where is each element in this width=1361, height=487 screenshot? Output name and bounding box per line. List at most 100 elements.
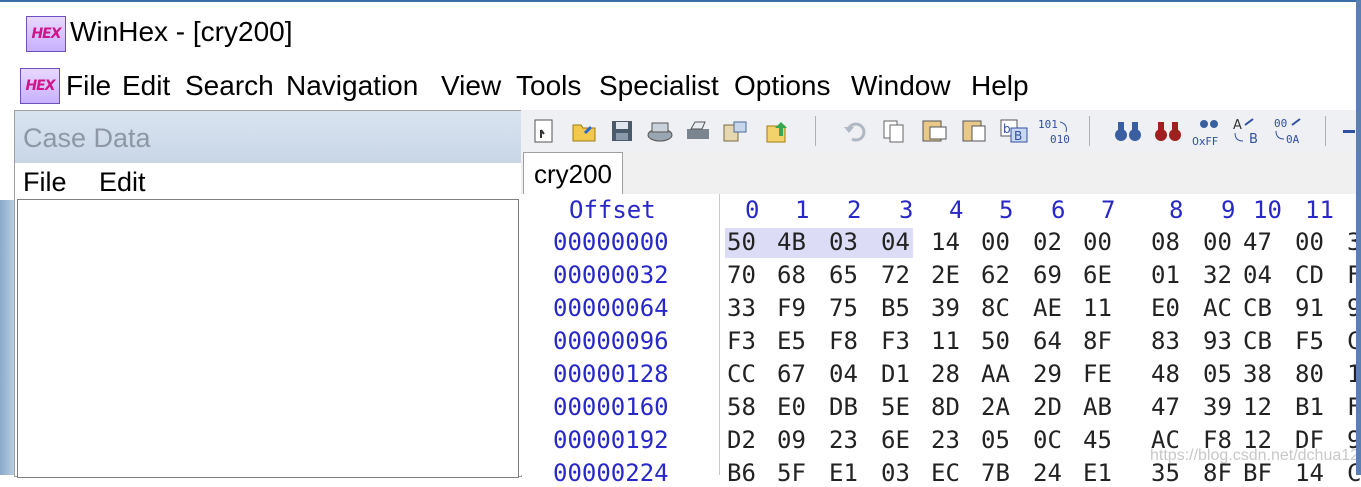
- menu-window[interactable]: Window: [851, 70, 951, 102]
- menu-help[interactable]: Help: [971, 70, 1029, 102]
- hex-byte[interactable]: DB: [829, 393, 858, 421]
- hex-byte[interactable]: 2A: [981, 393, 1010, 421]
- save-icon[interactable]: [605, 114, 639, 148]
- hex-byte[interactable]: E0: [777, 393, 806, 421]
- convert-icon[interactable]: 101 010: [1035, 114, 1075, 148]
- app-menu-icon[interactable]: HEX: [20, 68, 60, 104]
- hex-byte[interactable]: 72: [881, 261, 910, 289]
- case-menu-edit[interactable]: Edit: [99, 167, 146, 198]
- menu-view[interactable]: View: [441, 70, 501, 102]
- hex-byte[interactable]: CD: [1295, 261, 1324, 289]
- hex-byte[interactable]: 04: [829, 360, 858, 388]
- case-tree-area[interactable]: [17, 199, 519, 478]
- hex-byte[interactable]: 0C: [1033, 426, 1062, 454]
- hex-byte[interactable]: 47: [1151, 393, 1180, 421]
- find-text-icon[interactable]: [1151, 114, 1185, 148]
- hex-byte[interactable]: 33: [727, 294, 756, 322]
- hex-byte[interactable]: E1: [829, 459, 858, 487]
- hex-byte[interactable]: 11: [931, 327, 960, 355]
- new-icon[interactable]: [527, 114, 561, 148]
- menu-tools[interactable]: Tools: [516, 70, 581, 102]
- hex-byte[interactable]: 28: [931, 360, 960, 388]
- paste-block-icon[interactable]: bB: [997, 114, 1031, 148]
- tab-cry200[interactable]: cry200: [523, 152, 623, 195]
- hex-byte[interactable]: 70: [727, 261, 756, 289]
- hex-byte[interactable]: E5: [777, 327, 806, 355]
- hex-byte[interactable]: 11: [1083, 294, 1112, 322]
- more-tools-icon[interactable]: [1337, 114, 1357, 148]
- save-all-icon[interactable]: [643, 114, 677, 148]
- hex-byte[interactable]: 14: [931, 228, 960, 256]
- hex-byte[interactable]: 01: [1151, 261, 1180, 289]
- hex-byte[interactable]: 23: [931, 426, 960, 454]
- export-icon[interactable]: [761, 114, 795, 148]
- hex-byte[interactable]: CB: [1243, 294, 1272, 322]
- hex-byte[interactable]: 32: [1203, 261, 1232, 289]
- hex-byte[interactable]: D2: [727, 426, 756, 454]
- hex-byte[interactable]: CB: [1243, 327, 1272, 355]
- find-hex-icon[interactable]: 0xFF: [1189, 114, 1229, 148]
- menu-specialist[interactable]: Specialist: [599, 70, 719, 102]
- hex-byte[interactable]: 02: [1033, 228, 1062, 256]
- hex-byte[interactable]: AA: [981, 360, 1010, 388]
- properties-icon[interactable]: [719, 114, 753, 148]
- hex-byte[interactable]: 09: [777, 426, 806, 454]
- hex-byte[interactable]: 24: [1033, 459, 1062, 487]
- hex-byte[interactable]: 67: [777, 360, 806, 388]
- hex-byte[interactable]: B5: [881, 294, 910, 322]
- hex-byte[interactable]: 08: [1151, 228, 1180, 256]
- hex-byte[interactable]: F5: [1295, 327, 1324, 355]
- hex-byte[interactable]: 45: [1083, 426, 1112, 454]
- hex-byte[interactable]: 12: [1243, 393, 1272, 421]
- hex-byte[interactable]: 50: [727, 228, 756, 256]
- hex-byte[interactable]: 03: [829, 228, 858, 256]
- hex-byte[interactable]: E1: [1083, 459, 1112, 487]
- find-icon[interactable]: [1111, 114, 1145, 148]
- hex-byte[interactable]: AB: [1083, 393, 1112, 421]
- case-menu-file[interactable]: File: [23, 167, 67, 198]
- menu-edit[interactable]: Edit: [122, 70, 170, 102]
- hex-byte[interactable]: 6E: [881, 426, 910, 454]
- hex-byte[interactable]: 39: [1203, 393, 1232, 421]
- hex-byte[interactable]: F9: [777, 294, 806, 322]
- hex-byte[interactable]: 62: [981, 261, 1010, 289]
- hex-byte[interactable]: 05: [1203, 360, 1232, 388]
- replace-hex-icon[interactable]: 00 0A: [1271, 114, 1311, 148]
- hex-byte[interactable]: 00: [1295, 228, 1324, 256]
- hex-byte[interactable]: 65: [829, 261, 858, 289]
- hex-byte[interactable]: D1: [881, 360, 910, 388]
- hex-byte[interactable]: 2D: [1033, 393, 1062, 421]
- hex-byte[interactable]: AE: [1033, 294, 1062, 322]
- undo-icon[interactable]: [839, 114, 873, 148]
- hex-byte[interactable]: CC: [727, 360, 756, 388]
- hex-byte[interactable]: 50: [981, 327, 1010, 355]
- hex-byte[interactable]: 68: [777, 261, 806, 289]
- hex-byte[interactable]: 75: [829, 294, 858, 322]
- replace-text-icon[interactable]: AB: [1231, 114, 1267, 148]
- hex-byte[interactable]: 48: [1151, 360, 1180, 388]
- hex-byte[interactable]: 04: [1243, 261, 1272, 289]
- hex-byte[interactable]: 58: [727, 393, 756, 421]
- hex-byte[interactable]: 00: [981, 228, 1010, 256]
- hex-byte[interactable]: 4B: [777, 228, 806, 256]
- hex-byte[interactable]: 8F: [1083, 327, 1112, 355]
- hex-byte[interactable]: 80: [1295, 360, 1324, 388]
- hex-byte[interactable]: 29: [1033, 360, 1062, 388]
- hex-byte[interactable]: 05: [981, 426, 1010, 454]
- hex-byte[interactable]: 7B: [981, 459, 1010, 487]
- print-icon[interactable]: [681, 114, 715, 148]
- hex-byte[interactable]: 2E: [931, 261, 960, 289]
- copy-icon[interactable]: [877, 114, 911, 148]
- hex-byte[interactable]: 83: [1151, 327, 1180, 355]
- hex-byte[interactable]: 23: [829, 426, 858, 454]
- hex-byte[interactable]: 91: [1295, 294, 1324, 322]
- menu-navigation[interactable]: Navigation: [286, 70, 418, 102]
- hex-byte[interactable]: B1: [1295, 393, 1324, 421]
- menu-file[interactable]: File: [66, 70, 111, 102]
- hex-byte[interactable]: 39: [931, 294, 960, 322]
- hex-byte[interactable]: F8: [829, 327, 858, 355]
- hex-byte[interactable]: 04: [881, 228, 910, 256]
- hex-byte[interactable]: 8C: [981, 294, 1010, 322]
- hex-byte[interactable]: F3: [881, 327, 910, 355]
- hex-byte[interactable]: 64: [1033, 327, 1062, 355]
